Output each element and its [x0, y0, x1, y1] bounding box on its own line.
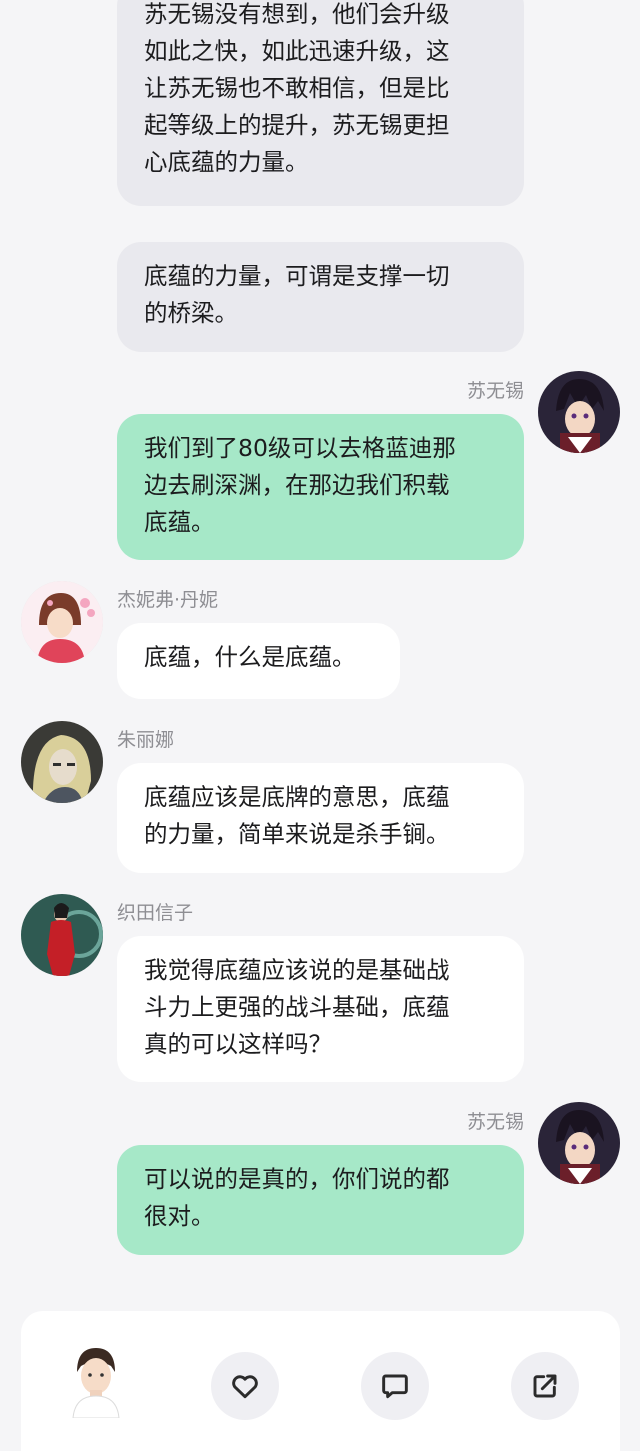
comment-button[interactable] [361, 1352, 429, 1420]
sender-name: 苏无锡 [466, 1111, 524, 1133]
message-bubble: 底蕴应该是底牌的意思，底蕴 的力量，简单来说是杀手锏。 [117, 763, 524, 873]
avatar-suwuxi[interactable] [538, 371, 620, 453]
share-button[interactable] [511, 1352, 579, 1420]
comment-icon [382, 1374, 408, 1399]
message-bubble: 我觉得底蕴应该说的是基础战 斗力上更强的战斗基础，底蕴 真的可以这样吗？ [117, 936, 524, 1082]
message-line: 可以说的是真的，你们说的都 [144, 1165, 450, 1193]
message-bubble: 底蕴的力量，可谓是支撑一切 的桥梁。 [117, 242, 524, 352]
avatar-image [538, 1102, 620, 1184]
avatar-image [538, 371, 620, 453]
message-line: 的力量，简单来说是杀手锏。 [144, 820, 450, 848]
message-bubble: 底蕴，什么是底蕴。 [117, 623, 400, 699]
message-line: 我们到了80级可以去格蓝迪那 [144, 434, 456, 462]
message-line: 底蕴，什么是底蕴。 [144, 643, 356, 671]
message-line: 底蕴应该是底牌的意思，底蕴 [144, 783, 450, 811]
message-line: 我觉得底蕴应该说的是基础战 [144, 956, 450, 984]
message-bubble: 苏无锡没有想到，他们会升级 如此之快，如此迅速升级，这 让苏无锡也不敢相信，但是… [117, 0, 524, 206]
avatar-image [21, 894, 103, 976]
message-bubble: 可以说的是真的，你们说的都 很对。 [117, 1145, 524, 1255]
message-line: 底蕴。 [144, 508, 215, 536]
like-button[interactable] [211, 1352, 279, 1420]
sender-name: 苏无锡 [466, 380, 524, 402]
message-line: 很对。 [144, 1202, 215, 1230]
user-avatar-icon[interactable] [69, 1346, 123, 1419]
sender-name: 织田信子 [117, 902, 194, 924]
message-line: 如此之快，如此迅速升级，这 [144, 37, 450, 65]
sender-name: 杰妮弗·丹妮 [117, 589, 219, 611]
sender-name: 朱丽娜 [117, 729, 175, 751]
message-line: 边去刷深渊，在那边我们积载 [144, 471, 450, 499]
heart-icon [232, 1375, 258, 1399]
avatar-juliana[interactable] [21, 721, 103, 803]
message-line: 让苏无锡也不敢相信，但是比 [144, 74, 450, 102]
avatar-suwuxi[interactable] [538, 1102, 620, 1184]
message-line: 的桥梁。 [144, 299, 238, 327]
avatar-image [21, 581, 103, 663]
message-bubble: 我们到了80级可以去格蓝迪那 边去刷深渊，在那边我们积载 底蕴。 [117, 414, 524, 560]
avatar-image [21, 721, 103, 803]
message-line: 起等级上的提升，苏无锡更担 [144, 111, 450, 139]
message-line: 苏无锡没有想到，他们会升级 [144, 0, 450, 28]
message-line: 心底蕴的力量。 [144, 148, 309, 176]
share-icon [533, 1374, 557, 1398]
message-line: 斗力上更强的战斗基础，底蕴 [144, 993, 450, 1021]
message-line: 底蕴的力量，可谓是支撑一切 [144, 262, 450, 290]
avatar-jennifer[interactable] [21, 581, 103, 663]
message-line: 真的可以这样吗？ [144, 1030, 332, 1058]
bottom-action-bar [21, 1311, 620, 1451]
avatar-oda-nobuko[interactable] [21, 894, 103, 976]
